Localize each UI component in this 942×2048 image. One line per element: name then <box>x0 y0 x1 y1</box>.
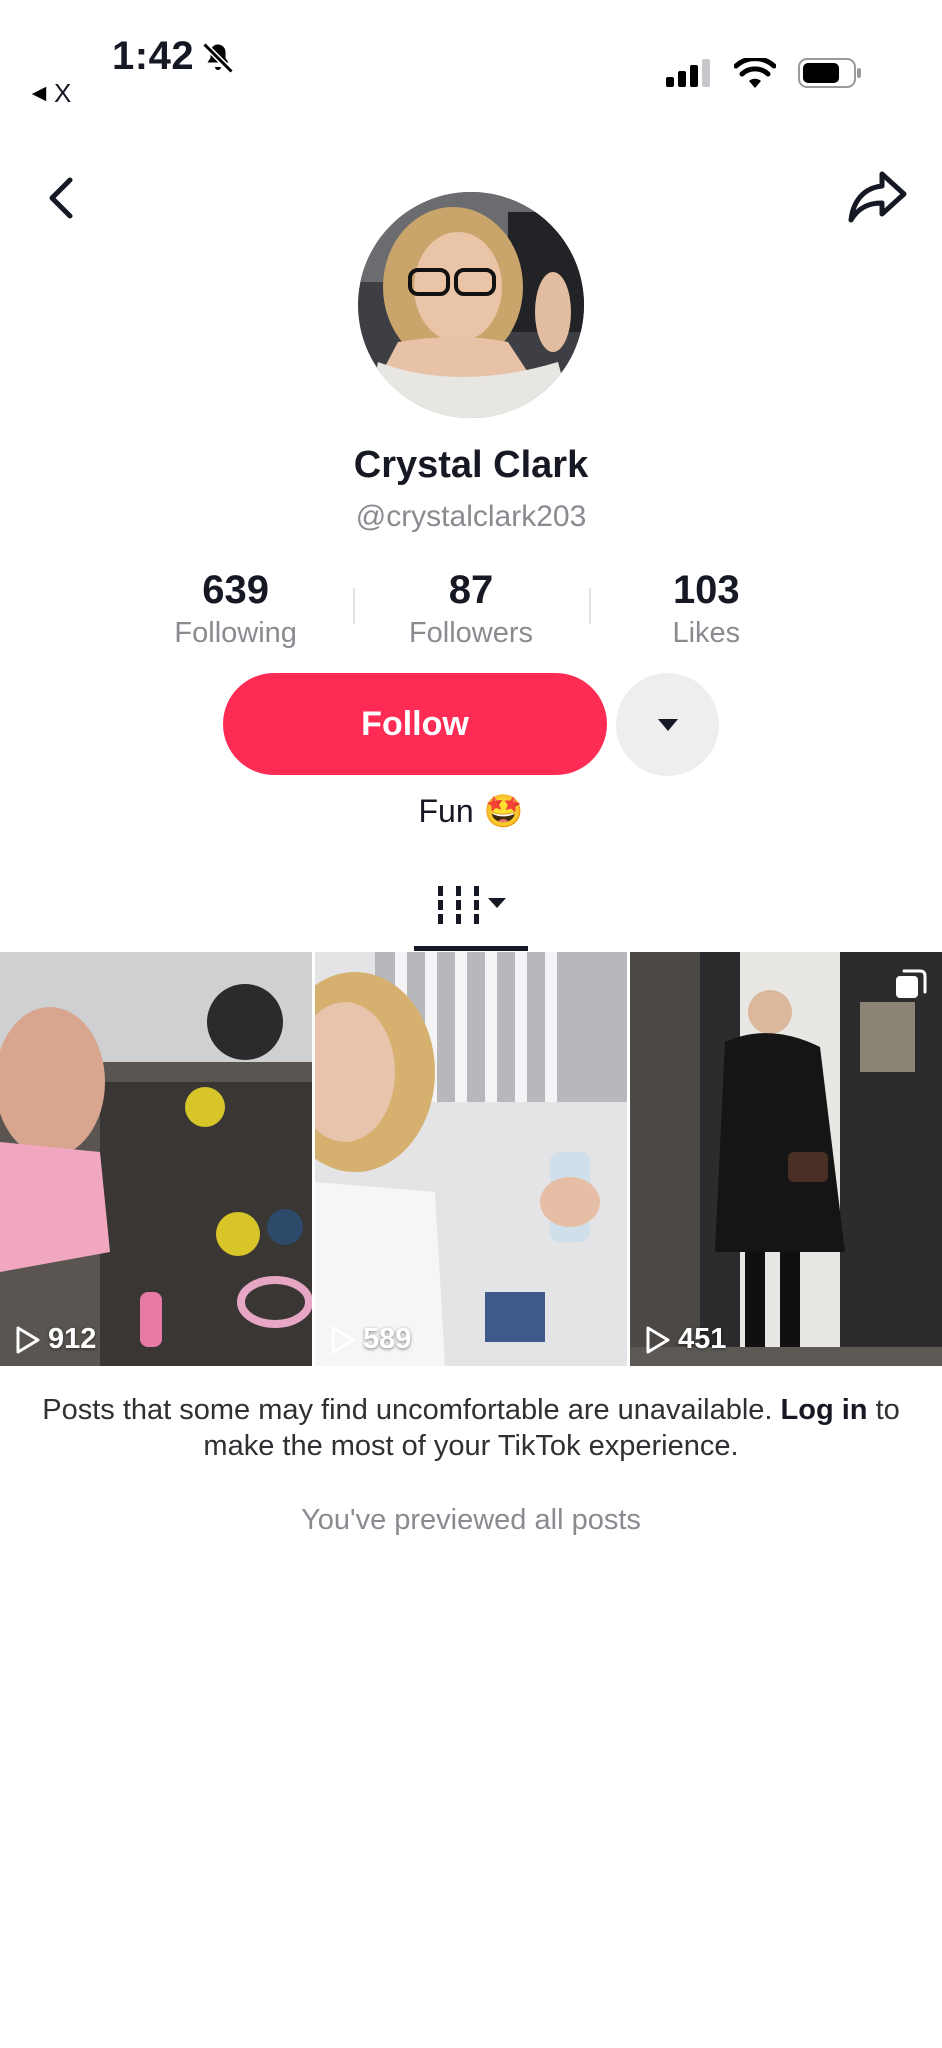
view-count: 912 <box>14 1323 96 1356</box>
profile-stats: 639 Following 87 Followers 103 Likes <box>118 566 824 649</box>
play-icon <box>16 1326 40 1353</box>
grid-tab-icon <box>438 886 506 924</box>
share-icon[interactable] <box>846 168 908 226</box>
avatar-image <box>358 192 584 418</box>
post-tile-1[interactable]: 912 <box>0 952 312 1366</box>
restricted-posts-notice: Posts that some may find uncomfortable a… <box>30 1392 912 1464</box>
view-count: 451 <box>644 1323 726 1356</box>
follow-button[interactable]: Follow <box>223 673 607 775</box>
stat-value: 103 <box>672 568 740 612</box>
battery-icon <box>798 58 861 88</box>
stat-value: 87 <box>448 568 494 612</box>
posts-grid: 912 589 451 <box>0 952 942 1366</box>
back-arrow-icon[interactable] <box>40 172 84 224</box>
back-app-label: X <box>54 78 72 108</box>
status-indicators <box>666 58 862 88</box>
view-count-value: 912 <box>48 1323 97 1355</box>
login-link[interactable]: Log in <box>781 1394 868 1426</box>
play-icon <box>646 1326 670 1353</box>
stat-label: Likes <box>672 617 741 649</box>
view-count-value: 589 <box>363 1323 412 1355</box>
cellular-icon <box>666 59 710 87</box>
tab-indicator <box>414 946 528 951</box>
play-icon <box>331 1326 355 1353</box>
stat-label: Following <box>174 617 297 649</box>
bio: Fun 🤩 <box>0 792 942 830</box>
notice-text: Posts that some may find uncomfortable a… <box>42 1394 773 1426</box>
multi-post-icon <box>896 969 927 998</box>
back-to-app[interactable]: X <box>30 78 71 109</box>
stat-likes: 103 Likes <box>588 566 824 649</box>
chevron-down-icon <box>657 718 678 731</box>
bell-slash-icon <box>202 42 234 74</box>
post-thumbnail <box>0 952 312 1366</box>
post-tile-2[interactable]: 589 <box>315 952 627 1366</box>
stat-label: Followers <box>408 617 534 649</box>
display-name: Crystal Clark <box>353 444 589 486</box>
status-time: 1:42 <box>112 34 195 78</box>
avatar <box>358 192 584 418</box>
stat-following[interactable]: 639 Following <box>118 566 353 649</box>
stat-followers[interactable]: 87 Followers <box>353 566 588 649</box>
post-thumbnail <box>630 952 942 1366</box>
view-count-value: 451 <box>678 1323 727 1355</box>
stat-value: 639 <box>202 568 270 612</box>
view-count: 589 <box>329 1323 411 1356</box>
bio-text: Fun <box>418 792 474 829</box>
bio-emoji: 🤩 <box>483 793 524 829</box>
post-thumbnail <box>315 952 627 1366</box>
back-triangle-icon <box>31 86 47 101</box>
username: @crystalclark203 <box>355 500 587 533</box>
suggested-accounts-button[interactable] <box>616 673 719 776</box>
wifi-icon <box>734 58 776 88</box>
post-tile-3[interactable]: 451 <box>630 952 942 1366</box>
tab-videos[interactable] <box>414 876 528 954</box>
previewed-all-posts: You've previewed all posts <box>301 1504 641 1536</box>
